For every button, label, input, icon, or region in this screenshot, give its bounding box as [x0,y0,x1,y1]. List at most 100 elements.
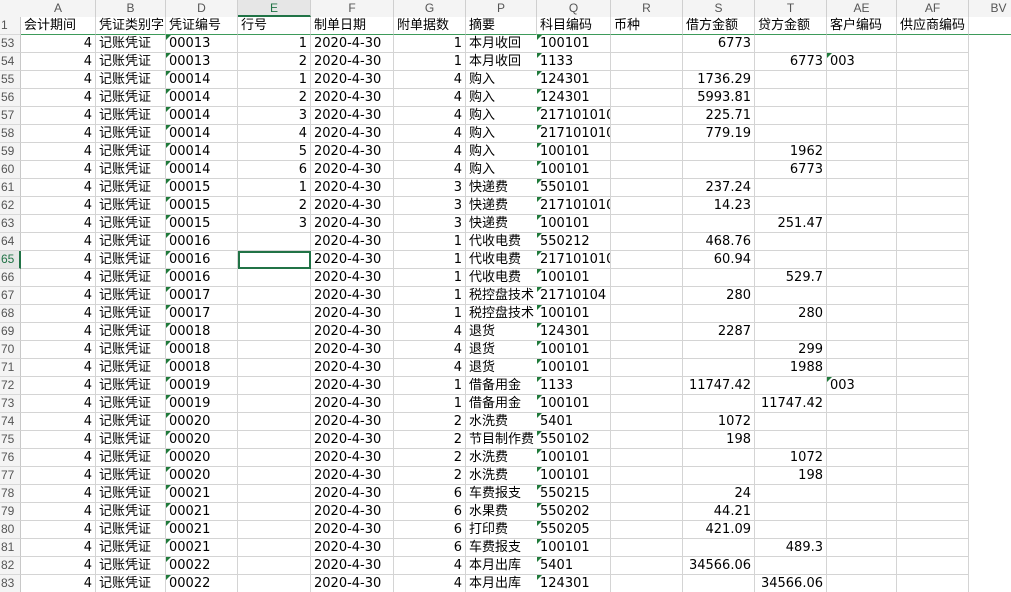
cell[interactable]: 2020-4-30 [311,305,394,323]
cell[interactable] [827,323,897,341]
cell[interactable]: 2020-4-30 [311,377,394,395]
cell[interactable]: 2020-4-30 [311,251,394,269]
cell[interactable]: 2020-4-30 [311,431,394,449]
cell[interactable]: 本月出库 [466,557,537,575]
cell[interactable]: 421.09 [683,521,755,539]
cell[interactable] [897,161,969,179]
cell[interactable] [238,341,311,359]
cell[interactable]: 00020 [166,467,238,485]
cell[interactable]: 00014 [166,71,238,89]
cell[interactable]: 00020 [166,413,238,431]
cell[interactable] [611,377,683,395]
cell[interactable]: 记账凭证 [96,125,166,143]
cell[interactable] [827,161,897,179]
cell[interactable]: 4 [21,197,96,215]
cell[interactable]: 2020-4-30 [311,233,394,251]
cell[interactable]: 24 [683,485,755,503]
column-header-q[interactable]: Q [537,0,611,17]
cell[interactable]: 2020-4-30 [311,89,394,107]
cell[interactable] [238,413,311,431]
cell[interactable]: 记账凭证 [96,71,166,89]
cell[interactable]: 2020-4-30 [311,269,394,287]
cell[interactable] [897,539,969,557]
cell[interactable] [755,431,827,449]
cell[interactable] [611,521,683,539]
cell[interactable]: 4 [21,251,96,269]
cell[interactable] [611,467,683,485]
cell[interactable]: 2020-4-30 [311,341,394,359]
field-header-cell[interactable]: 借方金额 [683,17,755,35]
cell[interactable]: 记账凭证 [96,539,166,557]
cell[interactable]: 00016 [166,269,238,287]
cell[interactable] [683,143,755,161]
field-header-cell[interactable]: 附单据数 [394,17,466,35]
cell[interactable]: 本月收回 [466,35,537,53]
cell[interactable]: 2 [238,197,311,215]
cell[interactable] [611,287,683,305]
cell[interactable] [238,521,311,539]
cell[interactable]: 003 [827,53,897,71]
cell[interactable]: 打印费 [466,521,537,539]
cell[interactable]: 记账凭证 [96,431,166,449]
cell[interactable]: 6773 [755,53,827,71]
cell[interactable]: 100101 [537,269,611,287]
cell[interactable] [611,197,683,215]
column-header-s[interactable]: S [683,0,755,17]
cell[interactable] [827,107,897,125]
cell[interactable] [238,449,311,467]
cell[interactable]: 1 [394,251,466,269]
cell[interactable] [827,449,897,467]
cell[interactable]: 4 [21,287,96,305]
cell[interactable]: 4 [394,575,466,592]
cell[interactable]: 车费报支 [466,485,537,503]
cell[interactable] [827,341,897,359]
cell[interactable] [611,161,683,179]
cell[interactable]: 550102 [537,431,611,449]
cell[interactable] [611,179,683,197]
cell[interactable]: 2020-4-30 [311,35,394,53]
cell[interactable] [611,125,683,143]
cell[interactable]: 1 [394,395,466,413]
cell[interactable] [827,215,897,233]
cell[interactable]: 记账凭证 [96,251,166,269]
cell[interactable]: 2020-4-30 [311,467,394,485]
cell[interactable]: 4 [21,503,96,521]
cell[interactable]: 11747.42 [683,377,755,395]
cell[interactable] [897,125,969,143]
cell[interactable] [238,233,311,251]
cell[interactable]: 2020-4-30 [311,161,394,179]
cell[interactable]: 00016 [166,251,238,269]
cell[interactable]: 100101 [537,539,611,557]
cell[interactable]: 税控盘技术 [466,305,537,323]
cell[interactable]: 退货 [466,359,537,377]
cell[interactable]: 2020-4-30 [311,557,394,575]
cell[interactable] [827,395,897,413]
cell[interactable]: 100101 [537,359,611,377]
cell[interactable]: 00016 [166,233,238,251]
cell[interactable]: 记账凭证 [96,449,166,467]
cell[interactable]: 记账凭证 [96,143,166,161]
cell[interactable] [897,89,969,107]
cell[interactable]: 记账凭证 [96,413,166,431]
cell[interactable]: 2020-4-30 [311,215,394,233]
cell[interactable] [238,467,311,485]
cell[interactable] [611,557,683,575]
cell[interactable] [897,251,969,269]
cell[interactable]: 6773 [755,161,827,179]
cell[interactable]: 4 [21,215,96,233]
cell[interactable]: 00022 [166,575,238,592]
cell[interactable]: 6 [238,161,311,179]
cell[interactable] [611,503,683,521]
cell[interactable] [683,359,755,377]
cell[interactable]: 水洗费 [466,413,537,431]
cell[interactable]: 4 [394,89,466,107]
cell[interactable] [897,143,969,161]
cell[interactable]: 2020-4-30 [311,197,394,215]
field-header-cell[interactable]: 客户编码 [827,17,897,35]
cell[interactable]: 2020-4-30 [311,179,394,197]
cell[interactable]: 2020-4-30 [311,53,394,71]
cell[interactable] [897,215,969,233]
cell[interactable]: 6773 [683,35,755,53]
cell[interactable]: 4 [21,467,96,485]
cell[interactable] [683,305,755,323]
